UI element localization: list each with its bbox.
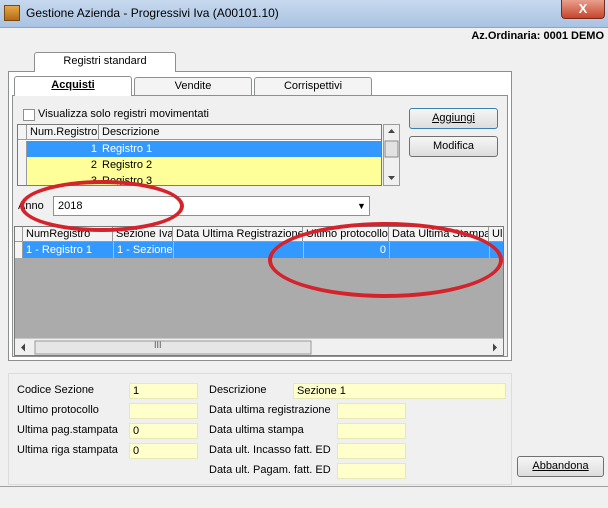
movimentati-label: Visualizza solo registri movimentati: [38, 108, 209, 120]
abbandona-button[interactable]: Abbandona: [517, 456, 604, 477]
tab-label: Registri standard: [63, 55, 147, 67]
data-ultima-registrazione-field[interactable]: [337, 403, 406, 419]
anno-label: Anno: [18, 200, 44, 212]
column-header[interactable]: NumRegistro: [23, 227, 113, 242]
column-header[interactable]: Sezione Iva: [113, 227, 173, 242]
close-button[interactable]: X: [561, 0, 605, 19]
tab-vendite[interactable]: Vendite: [134, 77, 252, 95]
cell-num: 1: [90, 143, 97, 155]
modifica-button[interactable]: Modifica: [409, 136, 498, 157]
tab-label: Corrispettivi: [283, 80, 343, 92]
anno-value: 2018: [58, 200, 83, 212]
arrow-right-icon: [493, 343, 497, 352]
row-selector[interactable]: [18, 157, 27, 173]
data-ultima-registrazione-label: Data ultima registrazione: [209, 404, 331, 416]
data-ult-pagam-field[interactable]: [337, 463, 406, 479]
ultima-pag-field[interactable]: 0: [129, 423, 198, 439]
column-header[interactable]: Num.Registro: [27, 125, 99, 140]
registri-scrollbar[interactable]: [383, 124, 400, 186]
cell-ultimo-protocollo: 0: [303, 242, 389, 258]
scrollbar-graphic: [384, 129, 399, 180]
column-header[interactable]: Data Ultima Stampa: [389, 227, 489, 242]
table-row[interactable]: 2 Registro 2: [27, 157, 381, 173]
ultima-riga-field[interactable]: 0: [129, 443, 198, 459]
status-bar: [0, 486, 608, 508]
cell-sezione: 1 - Sezione: [113, 242, 173, 258]
column-header[interactable]: Data Ultima Registrazione: [173, 227, 303, 242]
chevron-down-icon[interactable]: ▼: [354, 197, 369, 215]
data-ult-incasso-label: Data ult. Incasso fatt. ED: [209, 444, 331, 456]
cell-ul: [489, 242, 503, 258]
arrow-down-icon: [388, 176, 395, 180]
arrow-up-icon: [388, 129, 395, 133]
ultimo-protocollo-label: Ultimo protocollo: [17, 404, 99, 416]
cell-num-registro: 1 - Registro 1: [26, 244, 93, 256]
modifica-label: Modifica: [433, 140, 474, 152]
data-ultima-stampa-field[interactable]: [337, 423, 406, 439]
scroll-thumb: [384, 140, 399, 158]
cell-descrizione: Registro 1: [102, 143, 153, 155]
row-selector[interactable]: [18, 141, 27, 157]
hscrollbar-graphic: [21, 340, 497, 355]
descrizione-field[interactable]: Sezione 1: [293, 383, 506, 399]
row-selector[interactable]: [18, 173, 27, 185]
window-title: Gestione Azienda - Progressivi Iva (A001…: [26, 6, 279, 20]
ultima-riga-label: Ultima riga stampata: [17, 444, 118, 456]
data-ult-incasso-field[interactable]: [337, 443, 406, 459]
progressivi-grid[interactable]: NumRegistro Sezione Iva Data Ultima Regi…: [14, 226, 504, 356]
codice-sezione-field[interactable]: 1: [129, 383, 198, 399]
ultimo-protocollo-field[interactable]: [129, 403, 198, 419]
row-selector[interactable]: [15, 242, 23, 258]
tab-corrispettivi[interactable]: Corrispettivi: [254, 77, 372, 95]
company-label: Az.Ordinaria: 0001 DEMO: [471, 30, 604, 42]
tab-registri-standard[interactable]: Registri standard: [34, 52, 176, 72]
cell-descrizione: Registro 2: [102, 159, 153, 171]
data-ultima-stampa-label: Data ultima stampa: [209, 424, 304, 436]
table-row[interactable]: 1 - Registro 1 1 - Sezione 0: [23, 242, 503, 258]
tab-acquisti[interactable]: Acquisti: [14, 76, 132, 96]
cell-num: 3: [90, 175, 97, 186]
column-header[interactable]: Descrizione: [99, 125, 381, 140]
progressivi-hscrollbar[interactable]: III: [15, 338, 503, 355]
movimentati-checkbox[interactable]: [23, 109, 35, 121]
data-ult-pagam-label: Data ult. Pagam. fatt. ED: [209, 464, 331, 476]
row-selector-header: [18, 125, 27, 140]
close-icon: X: [578, 1, 588, 16]
registri-grid[interactable]: Num.Registro Descrizione 1 Registro 1 2 …: [17, 124, 382, 186]
anno-select[interactable]: 2018: [53, 196, 370, 216]
aggiungi-button[interactable]: Aggiungi: [409, 108, 498, 129]
table-row[interactable]: 1 Registro 1: [27, 141, 381, 157]
row-selector-header: [15, 227, 23, 242]
table-row[interactable]: 3 Registro 3: [27, 173, 381, 186]
scroll-grip: III: [154, 340, 162, 350]
cell-descrizione: Registro 3: [102, 175, 153, 186]
codice-sezione-label: Codice Sezione: [17, 384, 95, 396]
descrizione-label: Descrizione: [209, 384, 267, 396]
column-header[interactable]: Ultimo protocollo: [303, 227, 389, 242]
ultima-pag-label: Ultima pag.stampata: [17, 424, 118, 436]
column-header[interactable]: Ul: [489, 227, 503, 242]
cell-num: 2: [90, 159, 97, 171]
cell-data-registrazione: [173, 242, 303, 258]
aggiungi-label: Aggiungi: [432, 112, 475, 124]
tab-label: Vendite: [174, 80, 212, 92]
cell-data-stampa: [389, 242, 489, 258]
hscroll-thumb: [34, 340, 312, 355]
abbandona-label: Abbandona: [532, 460, 589, 472]
tab-label: Acquisti: [51, 79, 95, 91]
arrow-left-icon: [21, 343, 25, 352]
app-icon: [4, 5, 20, 21]
